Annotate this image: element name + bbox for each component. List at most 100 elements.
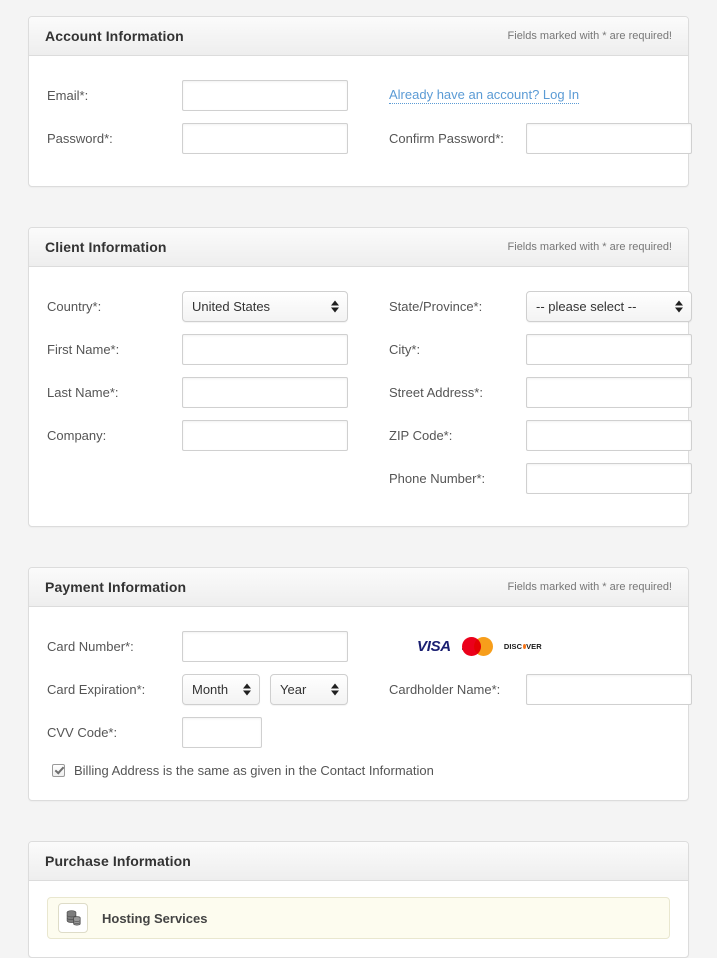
country-select[interactable]: United States (182, 290, 348, 322)
card-expiration-cell: Card Expiration*: Month Year (47, 672, 389, 706)
payment-information-header: Payment Information Fields marked with *… (29, 568, 688, 607)
cardholder-name-input[interactable] (526, 673, 692, 705)
login-link[interactable]: Already have an account? Log In (389, 86, 580, 104)
email-label: Email*: (47, 87, 89, 103)
card-number-label: Card Number*: (47, 638, 134, 654)
card-number-row: Card Number*: VISA mastercard (47, 629, 670, 663)
company-zip-row: Company: ZIP Code*: (47, 418, 692, 452)
first-name-cell: First Name*: (47, 332, 389, 366)
phone-row: Phone Number*: (47, 461, 692, 495)
cardholder-name-cell: Cardholder Name*: (389, 672, 705, 706)
required-fields-note: Fields marked with * are required! (507, 581, 672, 593)
street-address-input[interactable] (526, 376, 692, 408)
panel-title: Client Information (45, 239, 167, 255)
panel-title: Payment Information (45, 579, 187, 595)
email-input[interactable] (182, 79, 348, 111)
password-label: Password*: (47, 130, 113, 146)
billing-address-checkbox-label: Billing Address is the same as given in … (74, 763, 434, 778)
visa-icon: VISA (417, 637, 451, 655)
company-input[interactable] (182, 419, 348, 451)
last-name-cell: Last Name*: (47, 375, 389, 409)
accepted-card-logos: VISA mastercard DISC VER (417, 637, 542, 656)
cvv-input[interactable] (182, 716, 262, 748)
zip-code-label: ZIP Code*: (389, 427, 453, 443)
card-expiration-label: Card Expiration*: (47, 681, 146, 697)
phone-input[interactable] (526, 462, 692, 494)
zip-code-cell: ZIP Code*: (389, 418, 705, 452)
mastercard-icon: mastercard (461, 637, 493, 656)
empty-cell (47, 461, 389, 495)
street-address-label: Street Address*: (389, 384, 483, 400)
payment-information-panel: Payment Information Fields marked with *… (28, 567, 692, 801)
state-cell: State/Province*: -- please select -- (389, 289, 705, 323)
company-cell: Company: (47, 418, 389, 452)
client-information-panel: Client Information Fields marked with * … (28, 227, 692, 527)
confirm-password-cell: Confirm Password*: (389, 121, 705, 155)
expiration-month-select[interactable]: Month (182, 673, 260, 705)
street-address-cell: Street Address*: (389, 375, 705, 409)
confirm-password-label: Confirm Password*: (389, 130, 504, 146)
login-link-cell: Already have an account? Log In (389, 78, 705, 112)
database-stack-icon (58, 903, 88, 933)
password-input[interactable] (182, 122, 348, 154)
city-label: City*: (389, 341, 421, 357)
country-select-value: United States (192, 298, 271, 314)
card-expiration-row: Card Expiration*: Month Year Cardholder … (47, 672, 692, 706)
phone-label: Phone Number*: (389, 470, 486, 486)
discover-word-before: DISC (503, 641, 523, 651)
client-information-body: Country*: United States State/Province*:… (29, 267, 692, 526)
purchase-item-label: Hosting Services (102, 910, 208, 926)
expiration-year-value: Year (280, 681, 307, 697)
email-cell: Email*: (47, 78, 389, 112)
required-fields-note: Fields marked with * are required! (507, 30, 672, 42)
discover-icon: DISC VER (504, 642, 542, 651)
phone-cell: Phone Number*: (389, 461, 705, 495)
card-number-cell: Card Number*: (47, 629, 389, 663)
state-select-value: -- please select -- (536, 298, 637, 314)
lastname-street-row: Last Name*: Street Address*: (47, 375, 692, 409)
first-name-input[interactable] (182, 333, 348, 365)
country-cell: Country*: United States (47, 289, 389, 323)
stepper-arrows-icon (242, 681, 251, 698)
password-row: Password*: Confirm Password*: (47, 121, 692, 155)
billing-address-checkbox-row[interactable]: Billing Address is the same as given in … (47, 763, 670, 778)
registration-form-page: Account Information Fields marked with *… (0, 0, 717, 958)
cvv-row: CVV Code*: (47, 715, 670, 749)
city-input[interactable] (526, 333, 692, 365)
panel-title: Purchase Information (45, 853, 191, 869)
card-number-input[interactable] (182, 630, 348, 662)
zip-code-input[interactable] (526, 419, 692, 451)
account-information-header: Account Information Fields marked with *… (29, 17, 688, 56)
purchase-information-panel: Purchase Information Hosting Services (28, 841, 689, 958)
account-information-body: Email*: Already have an account? Log In … (29, 56, 692, 186)
first-name-label: First Name*: (47, 341, 120, 357)
purchase-information-header: Purchase Information (29, 842, 688, 881)
discover-word-after: VER (526, 641, 542, 651)
stepper-arrows-icon (674, 298, 683, 315)
firstname-city-row: First Name*: City*: (47, 332, 692, 366)
city-cell: City*: (389, 332, 705, 366)
purchase-item-hosting-services[interactable]: Hosting Services (47, 897, 670, 939)
required-fields-note: Fields marked with * are required! (507, 241, 672, 253)
account-information-panel: Account Information Fields marked with *… (28, 16, 692, 187)
expiration-month-value: Month (192, 681, 229, 697)
company-label: Company: (47, 427, 107, 443)
country-label: Country*: (47, 298, 102, 314)
password-cell: Password*: (47, 121, 389, 155)
payment-information-body: Card Number*: VISA mastercard (29, 607, 692, 800)
cardholder-name-label: Cardholder Name*: (389, 681, 501, 697)
last-name-label: Last Name*: (47, 384, 119, 400)
cvv-label: CVV Code*: (47, 724, 118, 740)
last-name-input[interactable] (182, 376, 348, 408)
purchase-information-body: Hosting Services (29, 881, 688, 957)
billing-address-checkbox[interactable] (52, 764, 65, 777)
empty-cell (389, 715, 705, 749)
accepted-cards-cell: VISA mastercard DISC VER (389, 629, 705, 663)
panel-title: Account Information (45, 28, 184, 44)
state-label: State/Province*: (389, 298, 483, 314)
state-select[interactable]: -- please select -- (526, 290, 692, 322)
cvv-cell: CVV Code*: (47, 715, 389, 749)
stepper-arrows-icon (330, 681, 339, 698)
confirm-password-input[interactable] (526, 122, 692, 154)
expiration-year-select[interactable]: Year (270, 673, 348, 705)
